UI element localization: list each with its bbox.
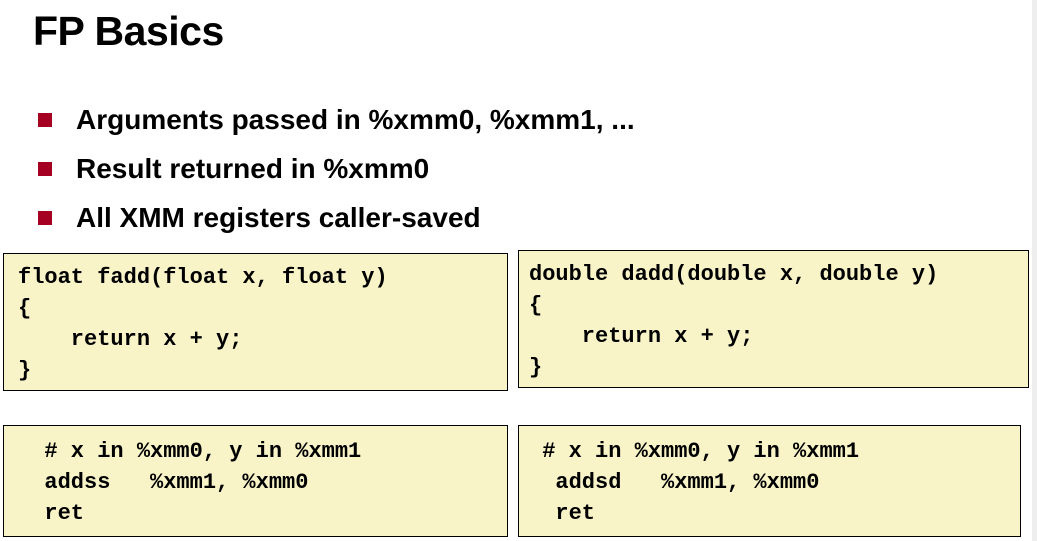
code-line: return x + y;	[529, 324, 754, 349]
square-bullet-icon	[38, 210, 52, 225]
code-line: addsd %xmm1, %xmm0	[529, 470, 820, 495]
fadd-c-code-box: float fadd(float x, float y) { return x …	[3, 253, 508, 391]
code-line: {	[18, 296, 32, 321]
code-line: ret	[18, 501, 85, 526]
dadd-asm-code-box: # x in %xmm0, y in %xmm1 addsd %xmm1, %x…	[518, 425, 1021, 537]
code-line: ret	[529, 501, 596, 526]
bullet-text: Arguments passed in %xmm0, %xmm1, ...	[76, 103, 635, 135]
code-line: addss %xmm1, %xmm0	[18, 470, 309, 495]
code-line: }	[18, 358, 32, 383]
code-line: double dadd(double x, double y)	[529, 262, 939, 287]
bullet-text: Result returned in %xmm0	[76, 152, 430, 184]
code-line: }	[529, 355, 543, 380]
code-line: {	[529, 293, 543, 318]
bullet-text: All XMM registers caller-saved	[76, 201, 481, 233]
bullet-item: Arguments passed in %xmm0, %xmm1, ...	[38, 95, 635, 144]
code-line: # x in %xmm0, y in %xmm1	[18, 439, 362, 464]
bullet-item: All XMM registers caller-saved	[38, 193, 635, 242]
slide-title: FP Basics	[33, 8, 224, 54]
code-line: # x in %xmm0, y in %xmm1	[529, 439, 860, 464]
code-line: return x + y;	[18, 327, 243, 352]
square-bullet-icon	[38, 161, 52, 176]
right-edge-strip	[1032, 0, 1037, 541]
code-line: float fadd(float x, float y)	[18, 265, 388, 290]
bullet-list: Arguments passed in %xmm0, %xmm1, ... Re…	[38, 95, 635, 242]
bullet-item: Result returned in %xmm0	[38, 144, 635, 193]
fadd-asm-code-box: # x in %xmm0, y in %xmm1 addss %xmm1, %x…	[3, 425, 508, 537]
square-bullet-icon	[38, 112, 52, 127]
dadd-c-code-box: double dadd(double x, double y) { return…	[518, 250, 1029, 388]
